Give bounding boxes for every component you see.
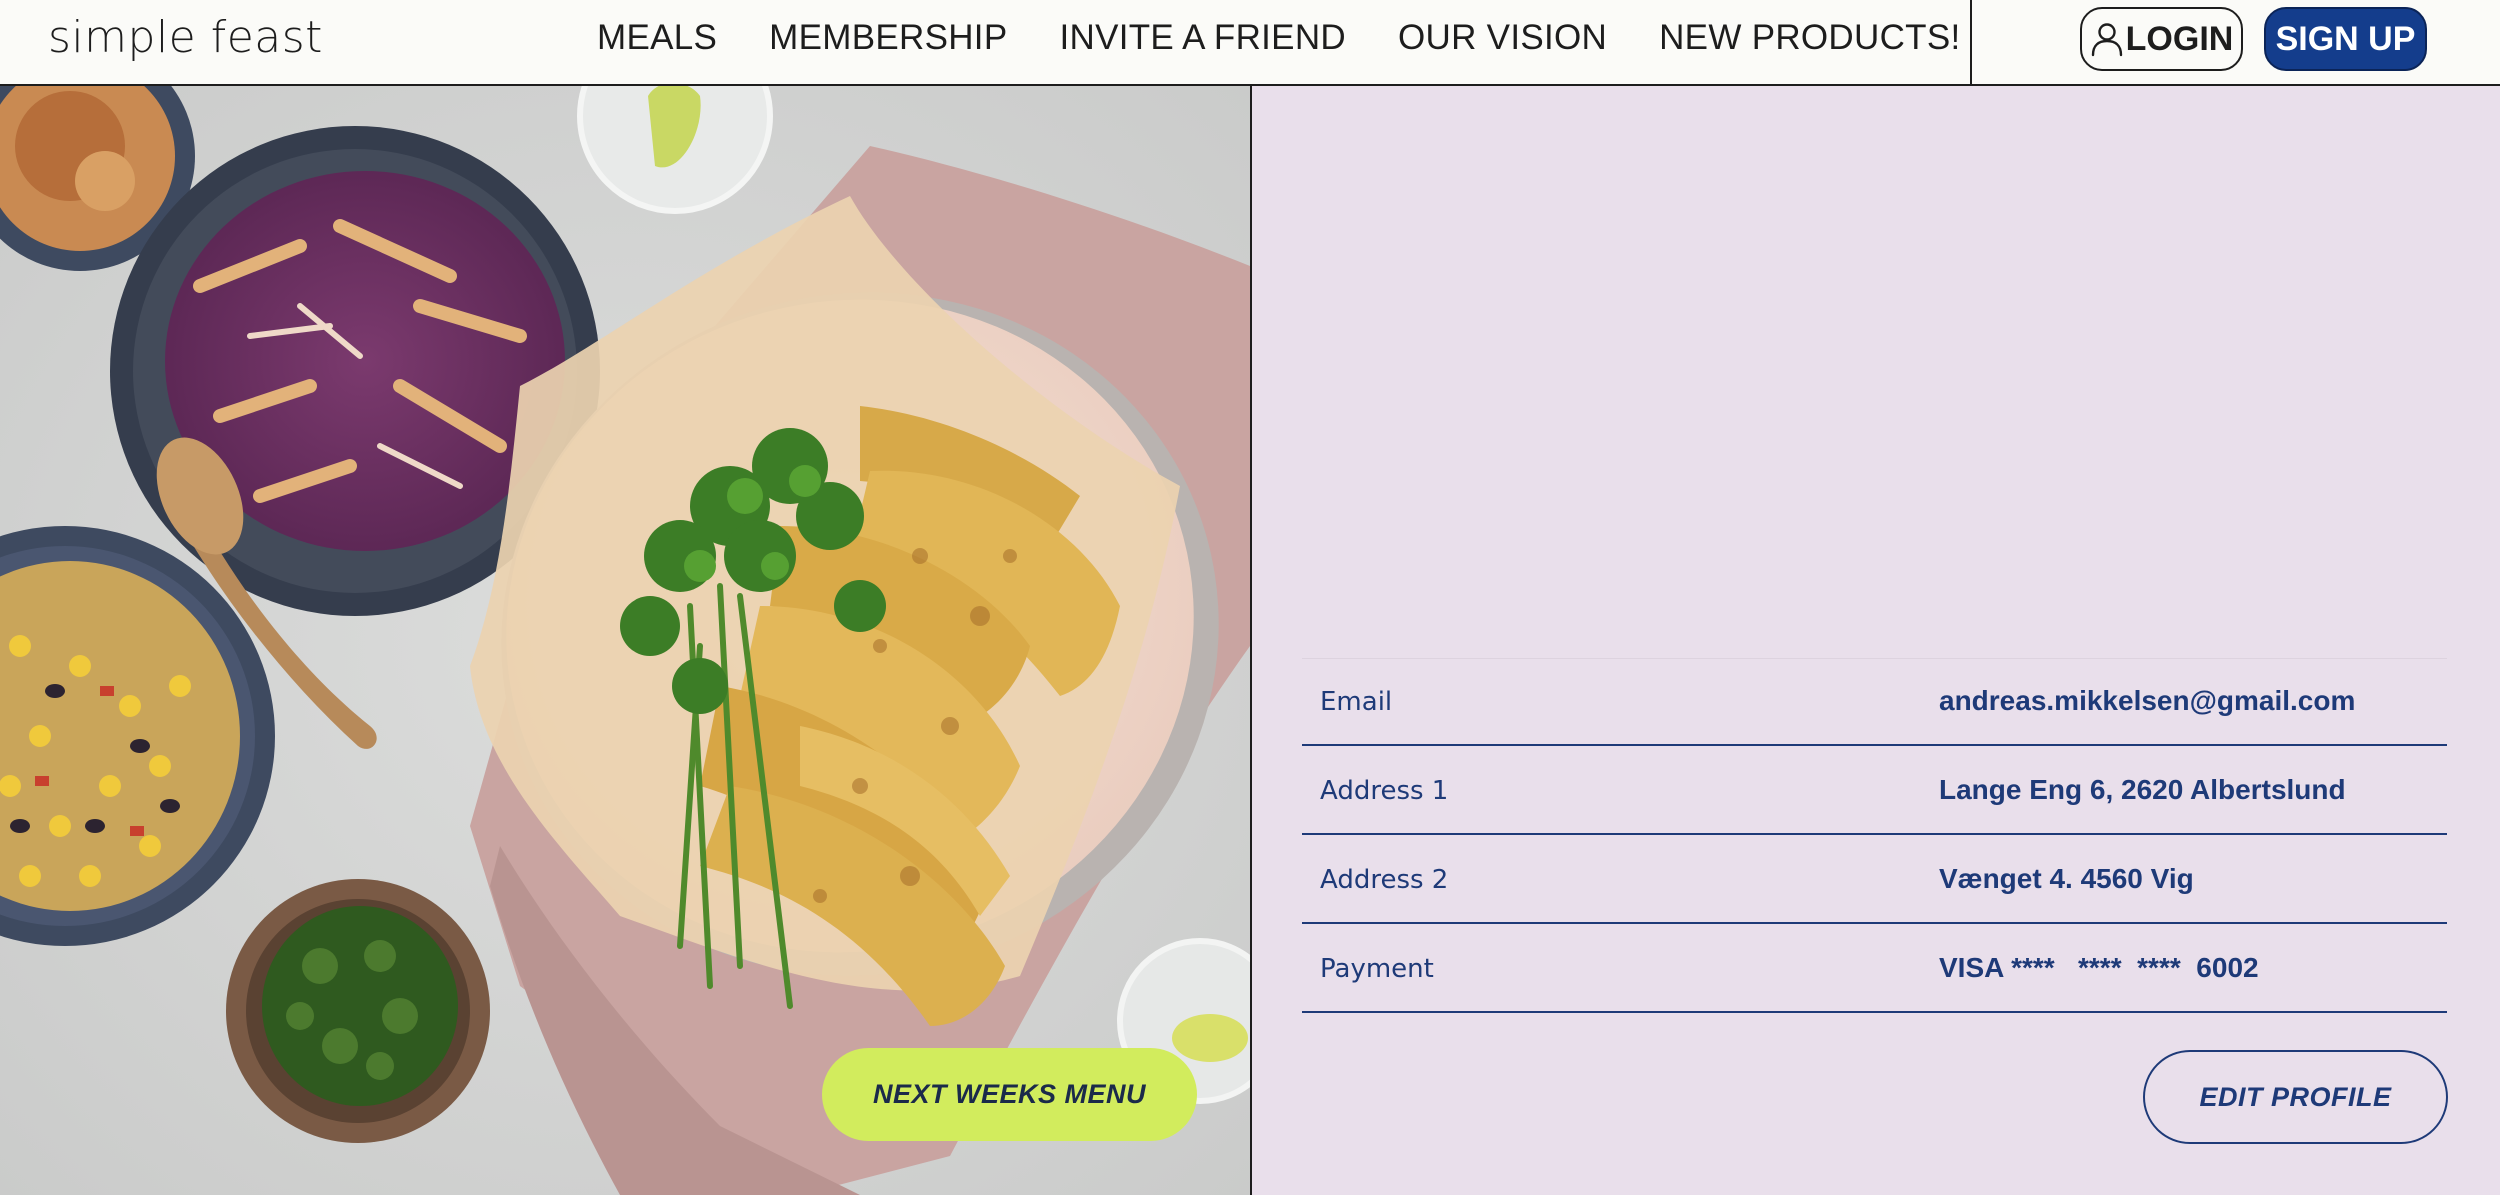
- nav-item-our-vision[interactable]: OUR VISION: [1398, 18, 1607, 58]
- login-label: LOGIN: [2125, 19, 2234, 58]
- address-1-value: Lange Eng 6, 2620 Albertslund: [1939, 774, 2346, 805]
- signup-label: SIGN UP: [2275, 19, 2416, 58]
- nav-item-membership[interactable]: MEMBERSHIP: [769, 18, 1007, 58]
- header-divider: [1970, 0, 1972, 86]
- profile-panel: Email andreas.mikkelsen@gmail.com Addres…: [1252, 86, 2500, 1195]
- address-1-label: Address 1: [1320, 776, 1449, 806]
- profile-row-address-1: Address 1 Lange Eng 6, 2620 Albertslund: [1302, 746, 2447, 835]
- profile-row-address-2: Address 2 Vænget 4. 4560 Vig: [1302, 835, 2447, 924]
- nav-item-new-products[interactable]: NEW PRODUCTS!: [1659, 18, 1960, 58]
- main-nav: MEALS MEMBERSHIP INVITE A FRIEND OUR VIS…: [597, 18, 2013, 58]
- address-2-value: Vænget 4. 4560 Vig: [1939, 863, 2194, 894]
- next-weeks-menu-button[interactable]: NEXT WEEKS MENU: [822, 1048, 1197, 1141]
- edit-profile-button[interactable]: EDIT PROFILE: [2143, 1050, 2448, 1144]
- food-photo: NEXT WEEKS MENU: [0, 86, 1250, 1195]
- user-icon: [2090, 21, 2124, 57]
- edit-profile-label: EDIT PROFILE: [2199, 1081, 2392, 1112]
- payment-value: VISA **** **** **** 6002: [1939, 952, 2259, 983]
- site-header: simple feast MEALS MEMBERSHIP INVITE A F…: [0, 0, 2500, 86]
- next-weeks-menu-label: NEXT WEEKS MENU: [872, 1079, 1147, 1109]
- signup-button[interactable]: SIGN UP: [2264, 7, 2427, 71]
- email-value: andreas.mikkelsen@gmail.com: [1939, 685, 2356, 716]
- nav-item-invite-a-friend[interactable]: INVITE A FRIEND: [1059, 18, 1346, 58]
- nav-item-meals[interactable]: MEALS: [597, 18, 717, 58]
- payment-label: Payment: [1320, 954, 1434, 984]
- profile-row-payment: Payment VISA **** **** **** 6002: [1302, 924, 2447, 1013]
- login-button[interactable]: LOGIN: [2080, 7, 2243, 71]
- site-logo[interactable]: simple feast: [48, 12, 323, 63]
- email-label: Email: [1320, 687, 1393, 717]
- profile-row-email: Email andreas.mikkelsen@gmail.com: [1302, 657, 2447, 746]
- address-2-label: Address 2: [1320, 865, 1449, 895]
